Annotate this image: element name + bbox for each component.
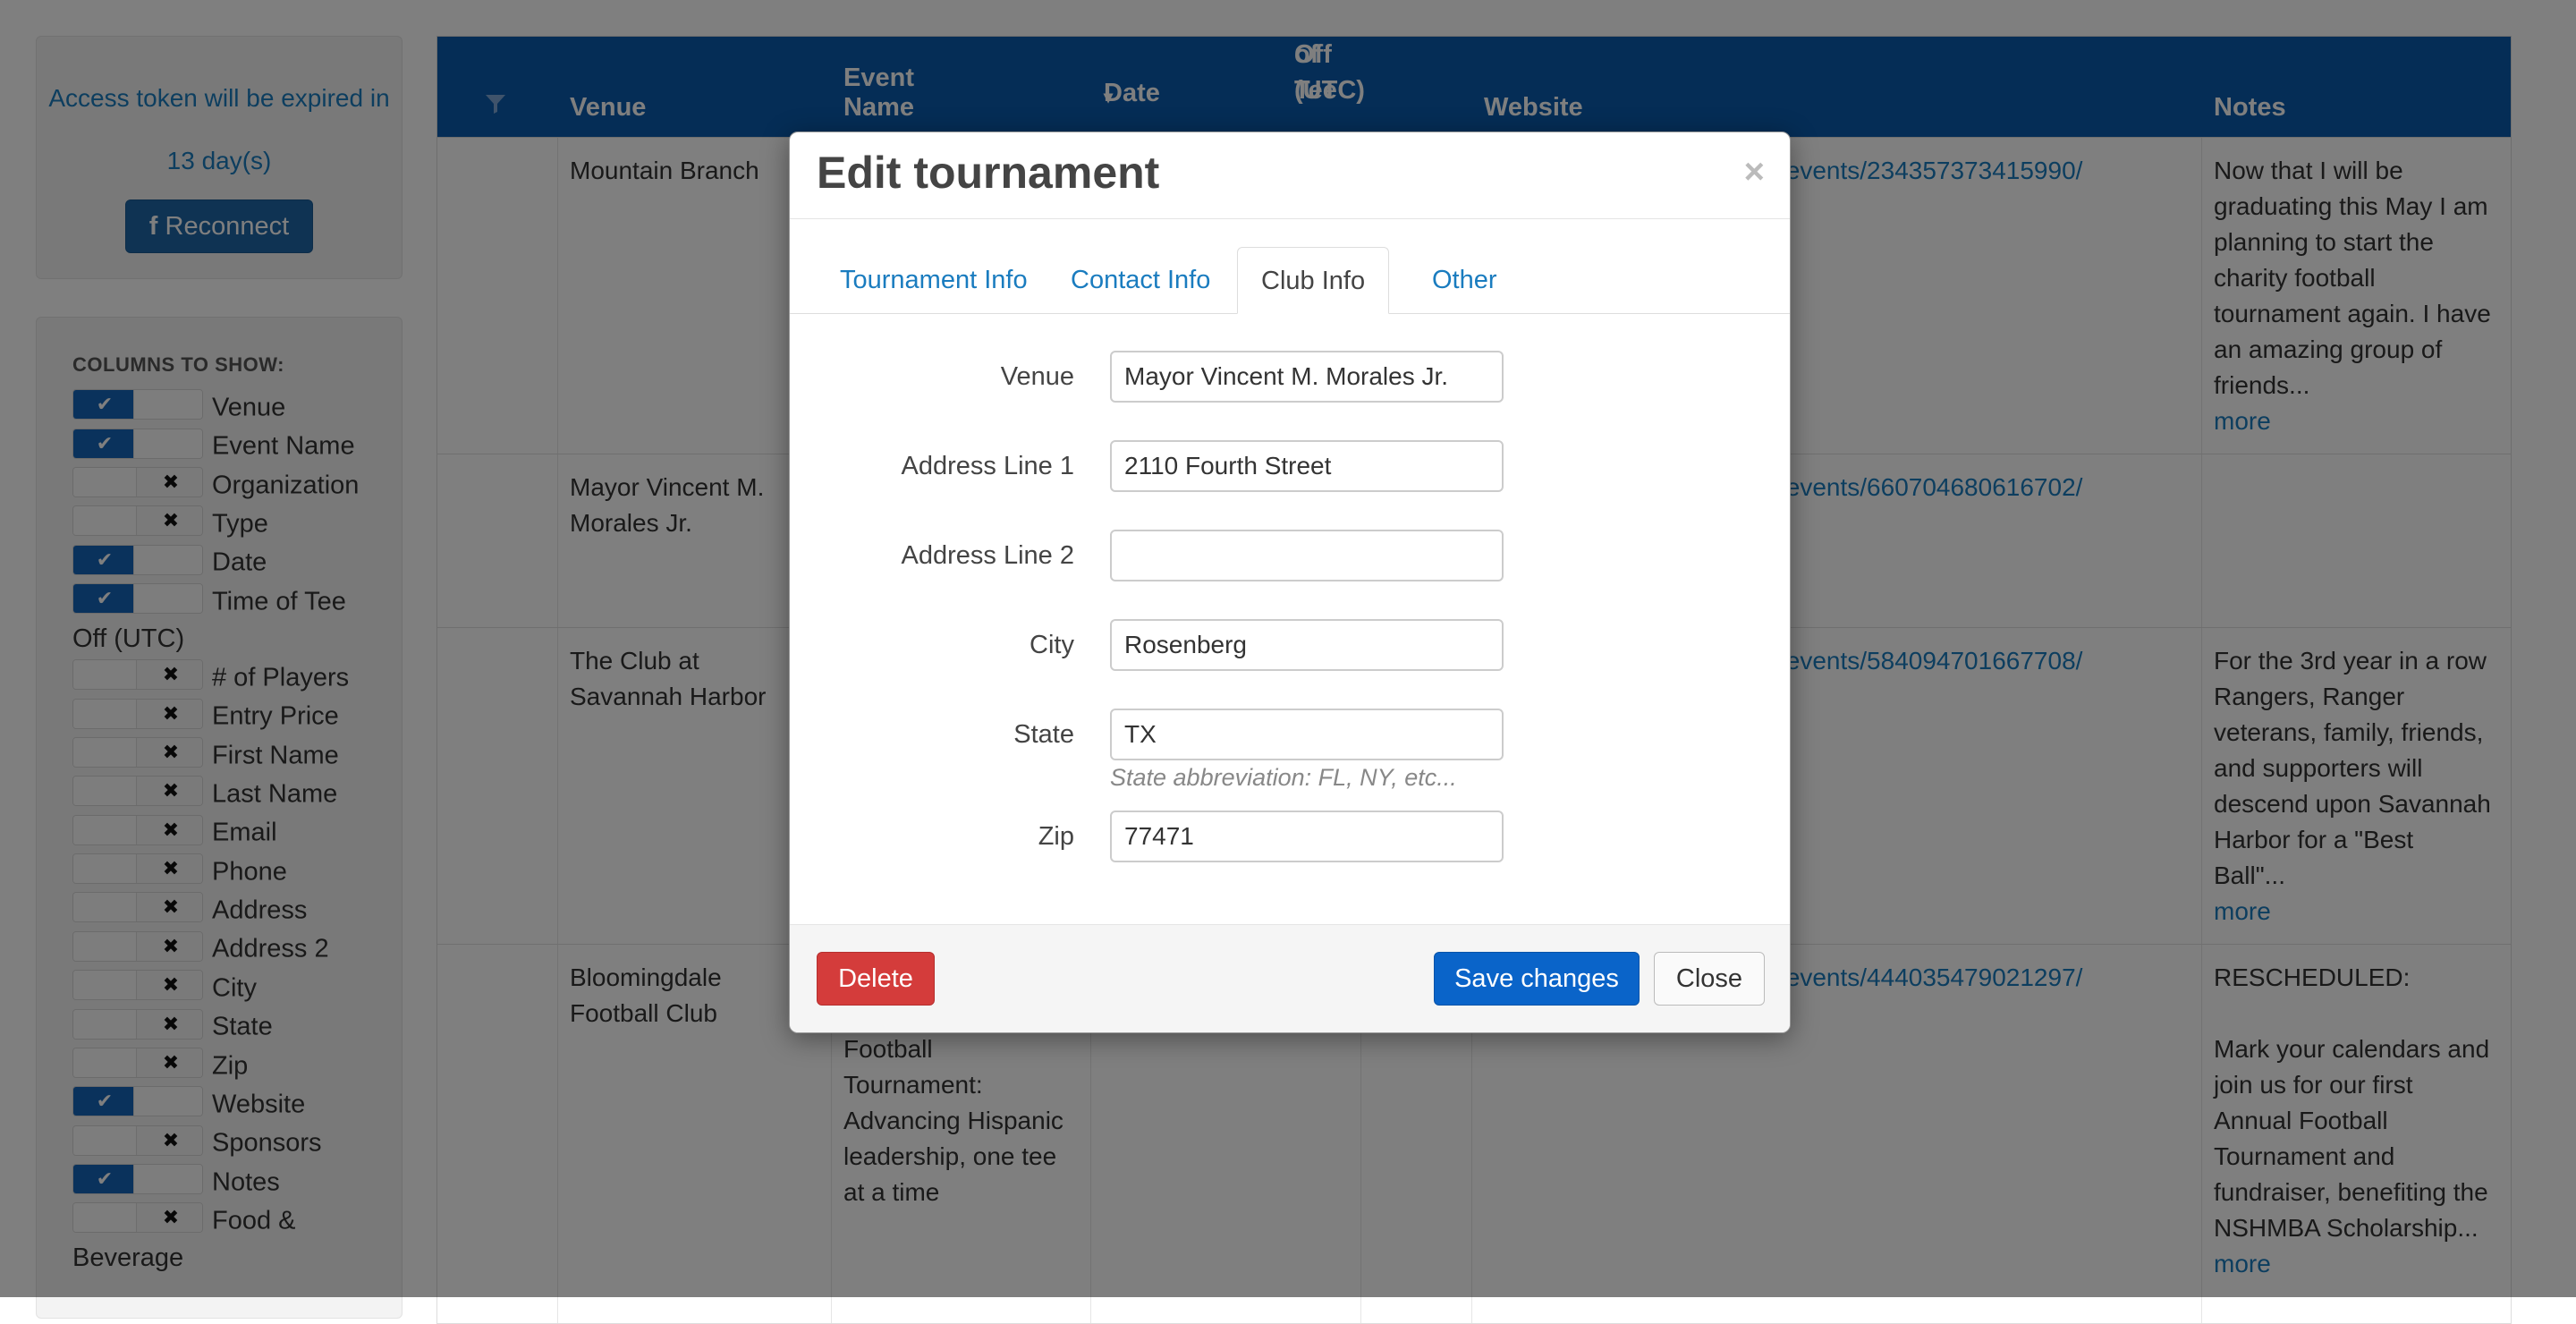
tab-other[interactable]: Other	[1409, 247, 1521, 313]
venue-row: Venue	[790, 351, 1790, 403]
tab-contact-info[interactable]: Contact Info	[1047, 247, 1233, 313]
address2-row: Address Line 2	[790, 530, 1790, 581]
save-changes-button[interactable]: Save changes	[1434, 952, 1640, 1006]
zip-row: Zip	[790, 811, 1790, 862]
modal-footer: Delete Save changes Close	[790, 924, 1790, 1032]
venue-field[interactable]	[1110, 351, 1504, 403]
city-row: City	[790, 619, 1790, 671]
state-help-text: State abbreviation: FL, NY, etc...	[1110, 764, 1457, 791]
city-label: City	[1030, 631, 1074, 659]
venue-label: Venue	[1000, 362, 1074, 391]
state-label: State	[1013, 720, 1074, 749]
state-row: State	[790, 709, 1790, 760]
tab-tournament-info[interactable]: Tournament Info	[817, 247, 1051, 313]
zip-label: Zip	[1038, 822, 1074, 851]
address1-field[interactable]	[1110, 440, 1504, 492]
modal-title: Edit tournament	[817, 148, 1160, 198]
address1-row: Address Line 1	[790, 440, 1790, 492]
modal-header: Edit tournament ×	[790, 132, 1790, 219]
address2-field[interactable]	[1110, 530, 1504, 581]
close-button[interactable]: Close	[1654, 952, 1765, 1006]
delete-button[interactable]: Delete	[817, 952, 935, 1006]
tab-club-info[interactable]: Club Info	[1237, 247, 1390, 314]
zip-field[interactable]	[1110, 811, 1504, 862]
modal-tabs: Tournament Info Contact Info Club Info O…	[790, 247, 1790, 314]
close-icon[interactable]: ×	[1744, 152, 1765, 192]
state-field[interactable]	[1110, 709, 1504, 760]
address1-label: Address Line 1	[901, 452, 1074, 480]
city-field[interactable]	[1110, 619, 1504, 671]
edit-tournament-modal: Edit tournament × Tournament Info Contac…	[789, 132, 1791, 1033]
address2-label: Address Line 2	[901, 541, 1074, 570]
